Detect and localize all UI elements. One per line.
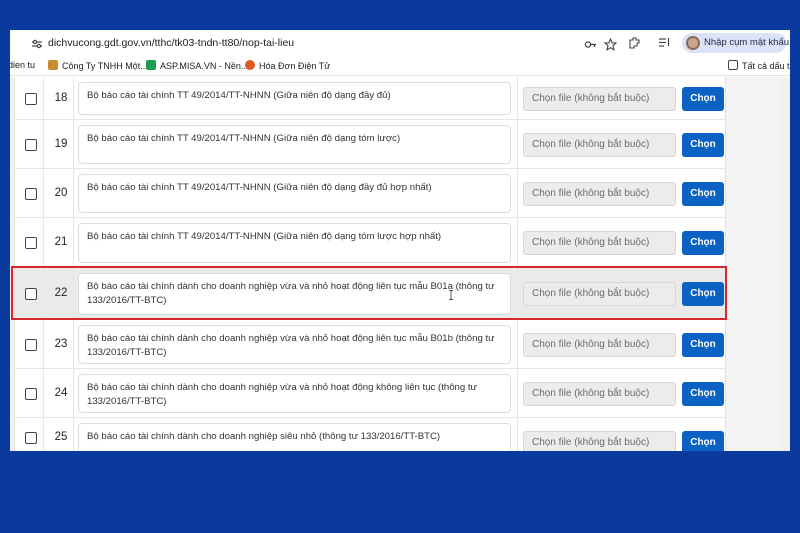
row-checkbox[interactable] (25, 339, 37, 351)
row-checkbox[interactable] (25, 432, 37, 444)
bookmark-favicon-icon (48, 60, 58, 70)
document-description: Bộ báo cáo tài chính TT 49/2014/TT-NHNN … (78, 82, 511, 115)
column-divider (517, 268, 518, 319)
column-divider (73, 169, 74, 217)
file-input[interactable]: Chọn file (không bắt buộc) (523, 333, 676, 357)
row-number: 20 (54, 187, 68, 199)
media-controls-icon[interactable] (658, 36, 671, 49)
file-input[interactable]: Chọn file (không bắt buộc) (523, 231, 676, 255)
file-input[interactable]: Chọn file (không bắt buộc) (523, 182, 676, 206)
url-field[interactable]: dichvucong.gdt.gov.vn/tthc/tk03-tndn-tt8… (16, 32, 666, 54)
choose-file-button[interactable]: Chọn (682, 333, 724, 357)
row-number: 25 (54, 431, 68, 443)
bookmark-item[interactable]: ASP.MISA.VN - Nền... (146, 60, 248, 71)
document-description: Bộ báo cáo tài chính TT 49/2014/TT-NHNN … (78, 174, 511, 213)
column-divider (73, 77, 74, 119)
table-row: 18 Bộ báo cáo tài chính TT 49/2014/TT-NHN… (15, 77, 727, 120)
folder-icon (728, 60, 738, 70)
row-number: 22 (54, 287, 68, 299)
row-checkbox[interactable] (25, 237, 37, 249)
column-divider (73, 218, 74, 267)
document-description: Bộ báo cáo tài chính dành cho doanh nghi… (78, 374, 511, 413)
all-bookmarks-button[interactable]: Tất cả dấu tr (728, 60, 790, 71)
table-row: 24 Bộ báo cáo tài chính dành cho doanh ng… (15, 369, 727, 418)
profile-label: Nhập cụm mật khẩu (704, 37, 790, 48)
column-divider (43, 120, 44, 168)
column-divider (517, 218, 518, 267)
row-number: 24 (54, 387, 68, 399)
table-row: 23 Bộ báo cáo tài chính dành cho doanh ng… (15, 320, 727, 369)
column-divider (43, 320, 44, 368)
row-number: 18 (54, 92, 68, 104)
bookmark-item[interactable]: Công Ty TNHH Một... (48, 60, 148, 71)
profile-button[interactable]: Nhập cụm mật khẩu (682, 33, 790, 53)
column-divider (517, 169, 518, 217)
choose-file-button[interactable]: Chọn (682, 231, 724, 255)
row-checkbox[interactable] (25, 139, 37, 151)
text-cursor-icon (449, 290, 453, 300)
extensions-icon[interactable] (628, 36, 641, 49)
bookmark-item[interactable]: Hóa Đơn Điện Tử (245, 60, 330, 71)
choose-file-button[interactable]: Chọn (682, 382, 724, 406)
column-divider (43, 268, 44, 319)
table-row: 25 Bộ báo cáo tài chính dành cho doanh ng… (15, 418, 727, 451)
choose-file-button[interactable]: Chọn (682, 182, 724, 206)
column-divider (73, 369, 74, 417)
table-row: 19 Bộ báo cáo tài chính TT 49/2014/TT-NHN… (15, 120, 727, 169)
row-checkbox[interactable] (25, 288, 37, 300)
row-number: 19 (54, 138, 68, 150)
table-row: 22 Bộ báo cáo tài chính dành cho doanh ng… (15, 268, 727, 320)
column-divider (43, 369, 44, 417)
row-number: 23 (54, 338, 68, 350)
url-text[interactable]: dichvucong.gdt.gov.vn/tthc/tk03-tndn-tt8… (48, 37, 294, 49)
avatar (686, 36, 700, 50)
table-row: 21 Bộ báo cáo tài chính TT 49/2014/TT-NHN… (15, 218, 727, 268)
bookmark-favicon-icon (245, 60, 255, 70)
password-key-icon[interactable] (584, 38, 597, 51)
column-divider (73, 418, 74, 451)
file-input[interactable]: Chọn file (không bắt buộc) (523, 382, 676, 406)
file-input[interactable]: Chọn file (không bắt buộc) (523, 431, 676, 451)
row-checkbox[interactable] (25, 93, 37, 105)
column-divider (517, 120, 518, 168)
bookmark-item[interactable]: dien tu (10, 60, 35, 70)
document-description: Bộ báo cáo tài chính dành cho doanh nghi… (78, 423, 511, 451)
row-checkbox[interactable] (25, 388, 37, 400)
choose-file-button[interactable]: Chọn (682, 431, 724, 451)
column-divider (517, 77, 518, 119)
document-description: Bộ báo cáo tài chính dành cho doanh nghi… (78, 325, 511, 364)
document-description: Bộ báo cáo tài chính TT 49/2014/TT-NHNN … (78, 125, 511, 164)
choose-file-button[interactable]: Chọn (682, 133, 724, 157)
table-row: 20 Bộ báo cáo tài chính TT 49/2014/TT-NHN… (15, 169, 727, 218)
file-input[interactable]: Chọn file (không bắt buộc) (523, 87, 676, 111)
file-input[interactable]: Chọn file (không bắt buộc) (523, 282, 676, 306)
bookmarks-bar: dien tu Công Ty TNHH Một... ASP.MISA.VN … (10, 56, 790, 76)
document-description: Bộ báo cáo tài chính TT 49/2014/TT-NHNN … (78, 223, 511, 263)
row-checkbox[interactable] (25, 188, 37, 200)
browser-window: dichvucong.gdt.gov.vn/tthc/tk03-tndn-tt8… (10, 30, 790, 451)
column-divider (73, 120, 74, 168)
document-table: 18 Bộ báo cáo tài chính TT 49/2014/TT-NHN… (14, 77, 727, 451)
column-divider (517, 369, 518, 417)
document-upload-list: 18 Bộ báo cáo tài chính TT 49/2014/TT-NHN… (10, 77, 790, 451)
bookmark-star-icon[interactable] (604, 38, 617, 51)
file-input[interactable]: Chọn file (không bắt buộc) (523, 133, 676, 157)
site-settings-icon[interactable] (32, 39, 42, 49)
document-description: Bộ báo cáo tài chính dành cho doanh nghi… (78, 273, 511, 315)
column-divider (43, 169, 44, 217)
column-divider (517, 418, 518, 451)
column-divider (43, 418, 44, 451)
bookmark-favicon-icon (146, 60, 156, 70)
column-divider (73, 320, 74, 368)
choose-file-button[interactable]: Chọn (682, 282, 724, 306)
column-divider (43, 77, 44, 119)
column-divider (73, 268, 74, 319)
scrollbar[interactable] (780, 77, 788, 451)
row-number: 21 (54, 236, 68, 248)
column-divider (517, 320, 518, 368)
column-divider (43, 218, 44, 267)
choose-file-button[interactable]: Chọn (682, 87, 724, 111)
address-bar: dichvucong.gdt.gov.vn/tthc/tk03-tndn-tt8… (10, 30, 790, 56)
